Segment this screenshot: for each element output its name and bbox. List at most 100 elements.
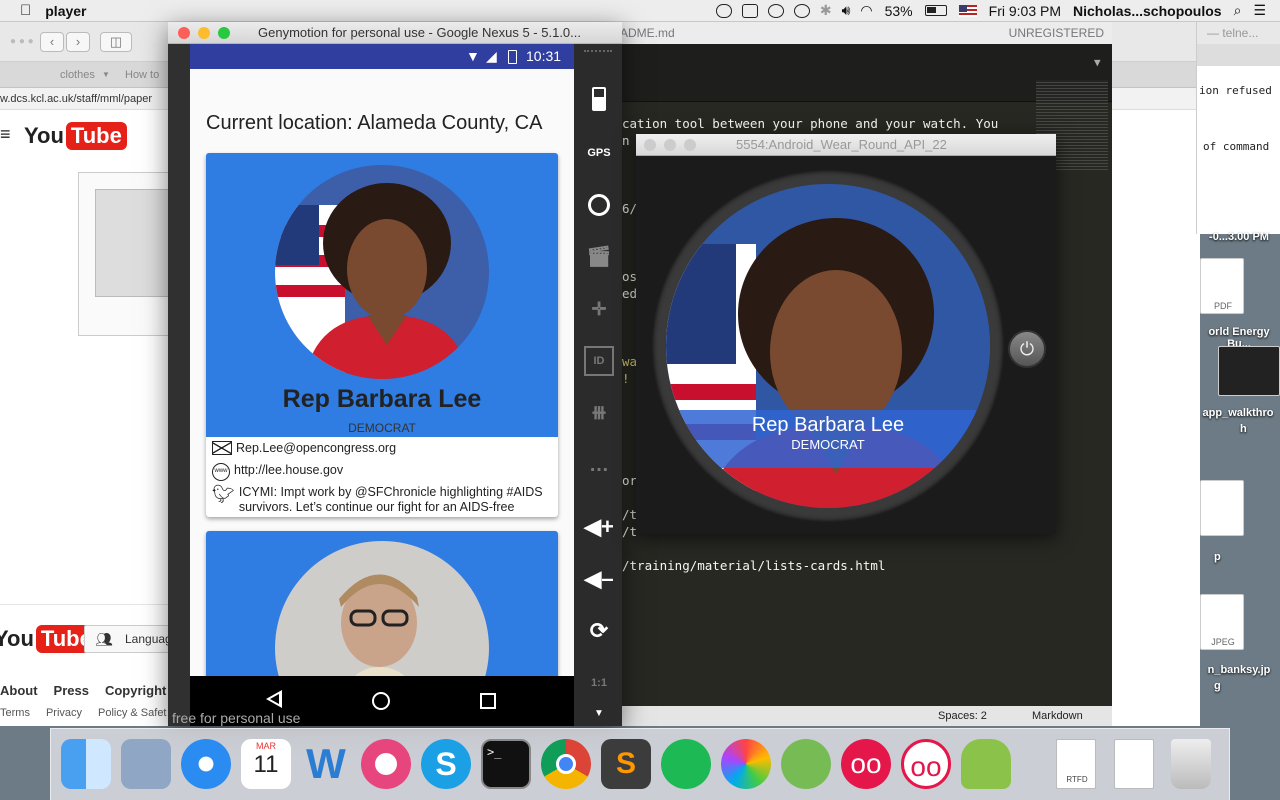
volume-down-icon[interactable]: ◀–	[584, 564, 614, 594]
word-icon[interactable]: W	[301, 739, 351, 789]
recents-nav-icon[interactable]	[480, 693, 496, 709]
webcam-tool-icon[interactable]	[584, 190, 614, 220]
flickr-icon[interactable]: oo	[841, 739, 891, 789]
flag-icon[interactable]	[958, 4, 977, 17]
wifi-icon[interactable]: ◠	[860, 2, 872, 19]
time-machine-icon[interactable]	[793, 3, 810, 18]
wear-minimize-button[interactable]	[664, 139, 676, 151]
document-file-icon[interactable]	[1200, 480, 1244, 536]
android-emulator-icon[interactable]	[961, 739, 1011, 789]
photos-icon[interactable]	[721, 739, 771, 789]
email-text[interactable]: Rep.Lee@opencongress.org	[236, 441, 396, 455]
pixel-perfect-tool-icon[interactable]: 1:1	[584, 668, 614, 698]
sublime-text-icon[interactable]: S	[601, 739, 651, 789]
safari-icon[interactable]	[181, 739, 231, 789]
device-id-tool-icon[interactable]: ID	[584, 346, 614, 376]
bookmark-clothes[interactable]: clothes	[60, 62, 95, 88]
android-screen[interactable]: ▼ ◢ 10:31 Current location: Alameda Coun…	[190, 44, 574, 726]
footer-copyright[interactable]: Copyright	[105, 683, 166, 698]
volume-up-icon[interactable]: ◀+	[584, 512, 614, 542]
apple-menu-icon[interactable]: 	[20, 2, 31, 19]
terminal-window[interactable]: — telne... ion refused of command	[1196, 22, 1280, 234]
footer-about[interactable]: About	[0, 683, 38, 698]
youtube-footer-logo[interactable]: YouTube	[0, 625, 97, 653]
wear-close-button[interactable]	[644, 139, 656, 151]
menu-extra-icons[interactable]: ✱ 🔊︎ ◠	[715, 2, 873, 19]
clock[interactable]: Fri 9:03 PM	[989, 3, 1061, 19]
footer-policy[interactable]: Policy & Safet	[98, 707, 166, 719]
sync-icon[interactable]	[767, 3, 784, 18]
image-file-icon[interactable]	[1218, 346, 1280, 396]
watch-screen[interactable]: Rep Barbara Lee DEMOCRAT	[666, 184, 990, 508]
minimize-window-button[interactable]	[198, 27, 210, 39]
wear-zoom-button[interactable]	[684, 139, 696, 151]
representative-card[interactable]: Rep Barbara Lee DEMOCRAT Rep.Lee@opencon…	[206, 153, 558, 517]
spaces-setting[interactable]: Spaces: 2	[938, 706, 987, 726]
volume-icon[interactable]: 🔊︎	[842, 2, 851, 19]
desktop-file-label[interactable]: app_walkthro	[1196, 407, 1280, 419]
battery-icon[interactable]	[924, 5, 947, 16]
desktop-file-label[interactable]: -0...3.00 PM	[1198, 231, 1280, 243]
jpeg-file-icon[interactable]: JPEG	[1200, 594, 1244, 650]
pdf-file-icon[interactable]: PDF	[1200, 258, 1244, 314]
mail-icon[interactable]	[121, 739, 171, 789]
desktop-file-label[interactable]: p	[1214, 551, 1221, 563]
screencast-tool-icon[interactable]: 🎬︎	[584, 242, 614, 272]
rtfd-document-icon[interactable]: RTFD	[1056, 739, 1096, 789]
spotlight-search-icon[interactable]: ⌕	[1234, 2, 1242, 19]
android-studio-icon[interactable]	[781, 739, 831, 789]
stack-document-icon[interactable]	[1114, 739, 1154, 789]
power-button-icon[interactable]: ⏻	[1008, 330, 1046, 368]
tab-dropdown-icon[interactable]: ▼	[1094, 56, 1101, 69]
spotify-icon[interactable]	[661, 739, 711, 789]
camera-icon[interactable]	[715, 3, 732, 18]
tweet-row[interactable]: 🐦︎ ICYMI: Impt work by @SFChronicle high…	[212, 485, 552, 515]
sms-tool-icon[interactable]: …	[584, 450, 614, 480]
email-row[interactable]: Rep.Lee@opencongress.org	[212, 441, 396, 455]
chrome-icon[interactable]	[541, 739, 591, 789]
footer-terms[interactable]: Terms	[0, 707, 30, 719]
bluetooth-icon[interactable]: ✱	[820, 2, 832, 19]
gps-tool-icon[interactable]: GPS	[584, 138, 614, 168]
android-wear-emulator[interactable]: 5554:Android_Wear_Round_API_22 Rep Barba…	[636, 134, 1056, 534]
notification-center-icon[interactable]: ☰	[1253, 2, 1266, 19]
video-thumbnail[interactable]	[78, 172, 171, 336]
flickr-uploader-icon[interactable]: oo	[901, 739, 951, 789]
skype-icon[interactable]: S	[421, 739, 471, 789]
bookmark-dropdown-icon[interactable]: ▼	[102, 62, 110, 88]
calendar-icon[interactable]: MAR 11	[241, 739, 291, 789]
close-window-button[interactable]	[178, 27, 190, 39]
language-button[interactable]: 👥︎ Languag	[84, 625, 172, 653]
youtube-logo[interactable]: You Tube	[24, 122, 127, 150]
back-button[interactable]: ‹	[40, 32, 64, 52]
home-nav-icon[interactable]	[372, 692, 390, 710]
network-tool-icon[interactable]: ⧻	[584, 398, 614, 428]
terminal-icon[interactable]: >_	[481, 739, 531, 789]
footer-press[interactable]: Press	[54, 683, 89, 698]
app-menu[interactable]: player	[45, 3, 86, 19]
syntax-setting[interactable]: Markdown	[1032, 706, 1083, 726]
genymotion-window[interactable]: Genymotion for personal use - Google Nex…	[168, 22, 622, 726]
bookmark-how-to[interactable]: How to	[125, 62, 159, 88]
dpad-tool-icon[interactable]: ✛	[584, 294, 614, 324]
battery-percent[interactable]: 53%	[885, 3, 913, 19]
desktop-file-label[interactable]: g	[1214, 680, 1221, 692]
battery-tool-icon[interactable]	[584, 84, 614, 114]
forward-button[interactable]: ›	[66, 32, 90, 52]
finder-icon[interactable]	[61, 739, 111, 789]
adobe-icon[interactable]	[741, 3, 758, 18]
trash-icon[interactable]	[1171, 739, 1211, 789]
rotate-tool-icon[interactable]: ⟳	[584, 616, 614, 646]
url-text[interactable]: w.dcs.kcl.ac.uk/staff/mml/paper	[0, 93, 152, 105]
user-menu[interactable]: Nicholas...schopoulos	[1073, 3, 1222, 19]
desktop-file-label[interactable]: h	[1240, 423, 1247, 435]
website-row[interactable]: www http://lee.house.gov	[212, 463, 343, 481]
desktop-file-label[interactable]: n_banksy.jp	[1198, 664, 1280, 676]
toolbar-expand-icon[interactable]: ▼	[594, 708, 604, 719]
footer-privacy[interactable]: Privacy	[46, 707, 82, 719]
hamburger-menu-icon[interactable]: ≡	[0, 124, 11, 145]
website-text[interactable]: http://lee.house.gov	[234, 463, 343, 477]
zoom-window-button[interactable]	[218, 27, 230, 39]
itunes-icon[interactable]	[361, 739, 411, 789]
sidebar-button[interactable]: ◫	[100, 32, 132, 52]
